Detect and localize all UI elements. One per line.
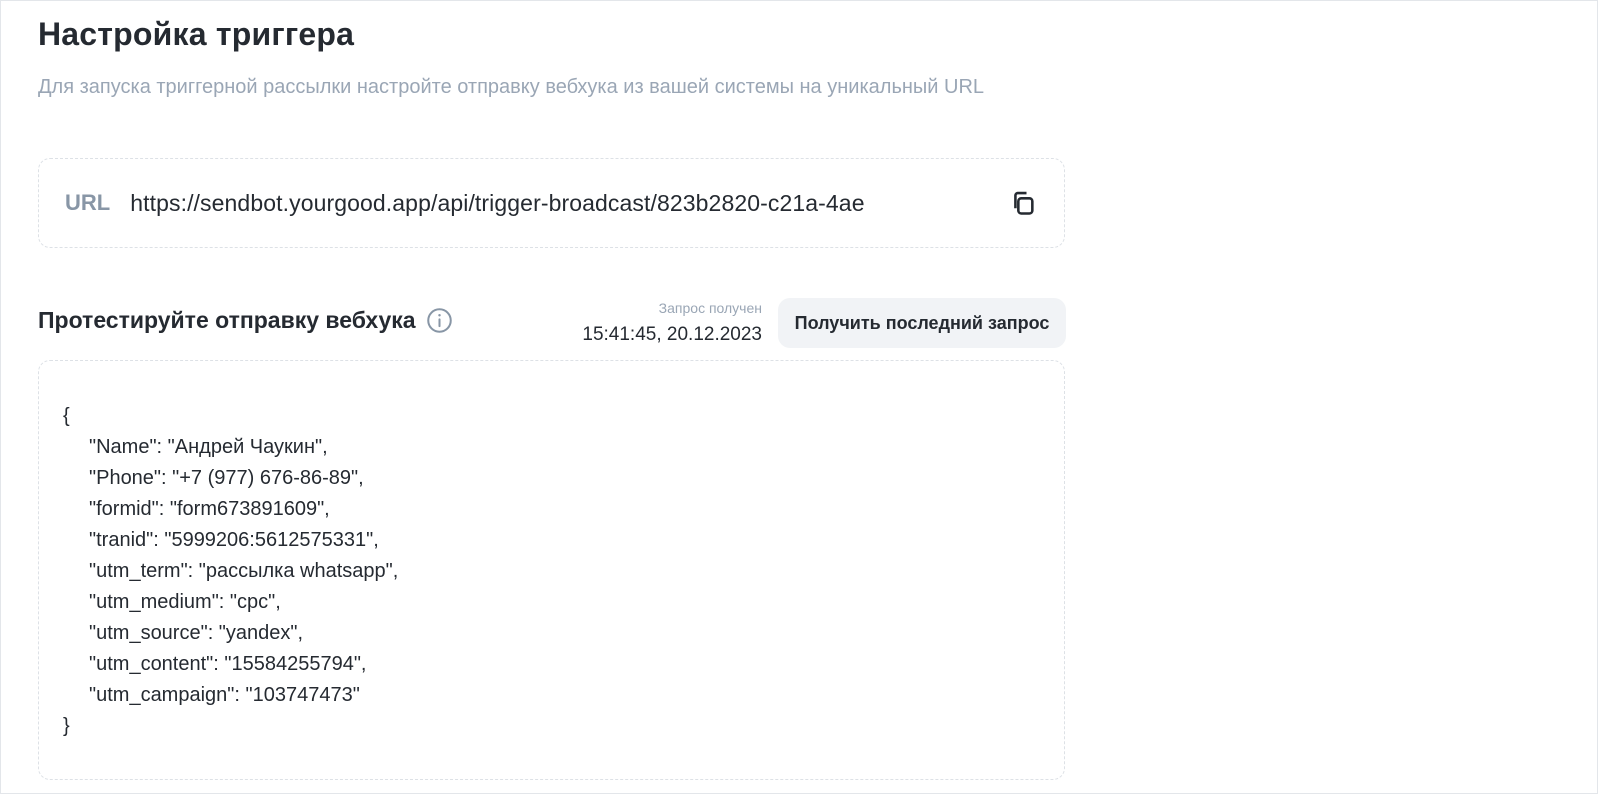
request-received-info: Запрос получен 15:41:45, 20.12.2023	[582, 299, 762, 349]
url-label: URL	[65, 190, 111, 215]
payload-line: "Name": "Андрей Чаукин",	[89, 436, 328, 458]
payload-line: "tranid": "5999206:5612575331",	[89, 529, 379, 551]
webhook-test-title: Протестируйте отправку вебхука	[38, 307, 453, 334]
page-subtitle: Для запуска триггерной рассылки настройт…	[38, 76, 985, 98]
payload-close-brace: }	[63, 715, 70, 737]
page-title: Настройка триггера	[38, 16, 355, 52]
payload-line: "utm_medium": "cpc",	[89, 591, 281, 613]
payload-open-brace: {	[63, 405, 70, 427]
request-received-time: 15:41:45, 20.12.2023	[582, 324, 762, 345]
payload-viewer: { "Name": "Андрей Чаукин", "Phone": "+7 …	[38, 360, 1065, 780]
webhook-test-title-text: Протестируйте отправку вебхука	[38, 307, 416, 333]
url-field: URL https://sendbot.yourgood.app/api/tri…	[38, 158, 1065, 248]
info-icon[interactable]	[426, 307, 453, 334]
url-value[interactable]: https://sendbot.yourgood.app/api/trigger…	[130, 190, 988, 217]
payload-line: "formid": "form673891609",	[89, 498, 330, 520]
payload-line: "Phone": "+7 (977) 676-86-89",	[89, 467, 364, 489]
payload-line: "utm_campaign": "103747473"	[89, 684, 360, 706]
request-received-label: Запрос получен	[658, 300, 762, 316]
copy-icon[interactable]	[1006, 186, 1040, 220]
get-last-request-button[interactable]: Получить последний запрос	[778, 298, 1066, 348]
payload-line: "utm_content": "15584255794",	[89, 653, 367, 675]
payload-line: "utm_term": "рассылка whatsapp",	[89, 560, 399, 582]
payload-line: "utm_source": "yandex",	[89, 622, 304, 644]
